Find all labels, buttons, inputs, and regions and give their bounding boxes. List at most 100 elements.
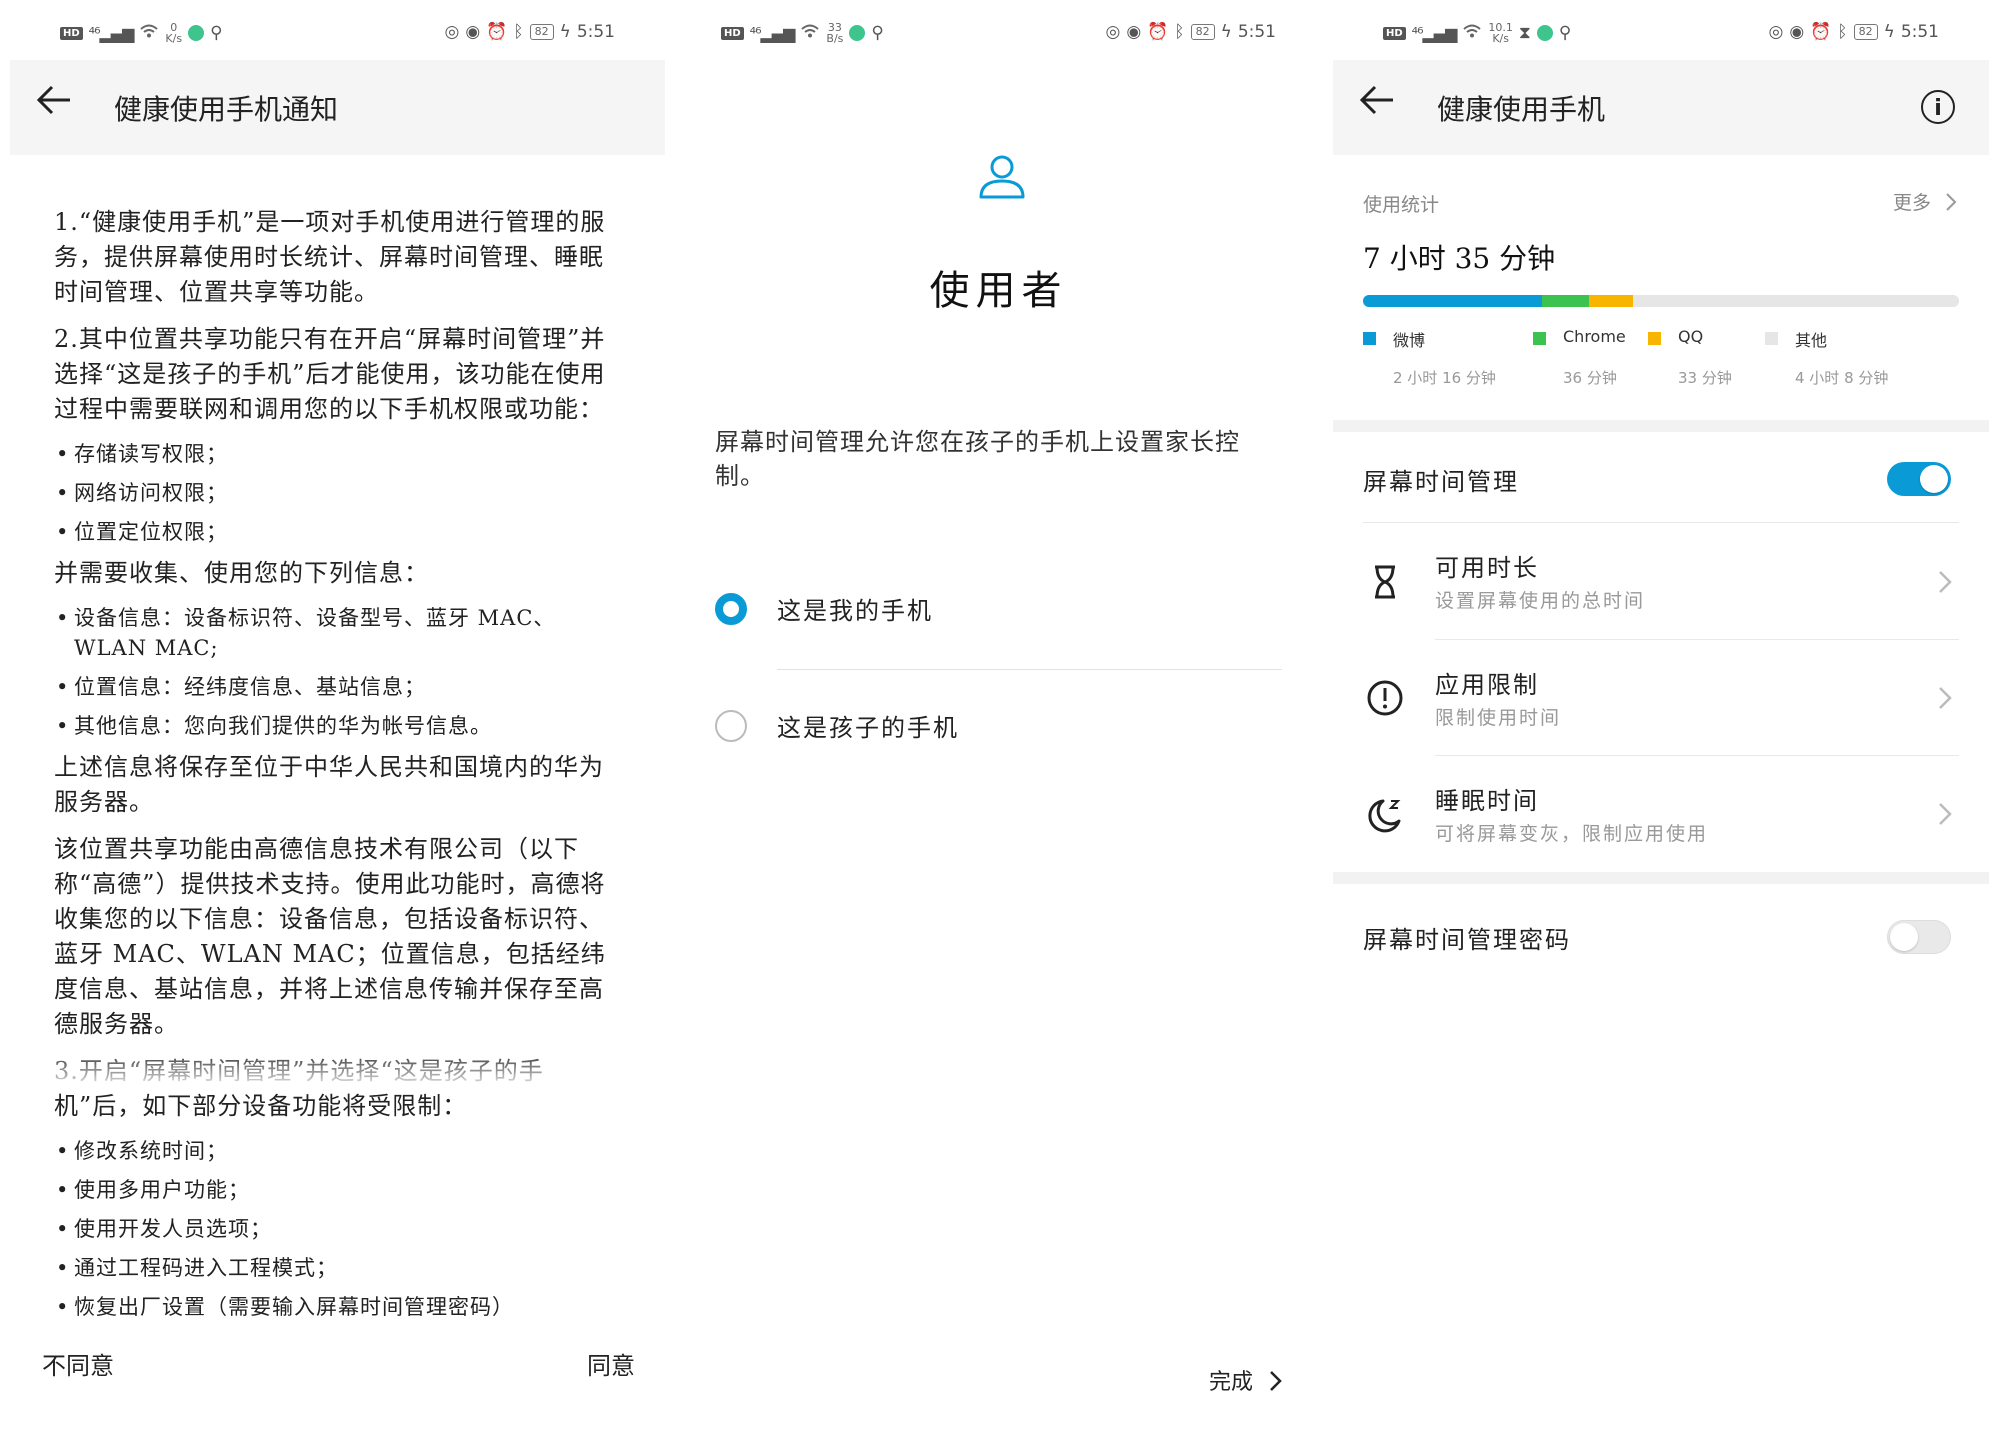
notice-bullet: 修改系统时间； [54,1136,625,1166]
back-arrow-icon[interactable] [1357,80,1401,124]
legend-app-time: 4 小时 8 分钟 [1795,369,1889,387]
wifi-icon [139,23,159,44]
option-label: 这是我的手机 [777,597,933,625]
notice-paragraph: 该位置共享功能由高德信息技术有限公司（以下称“高德”）提供技术支持。使用此功能时… [54,835,606,1038]
row-title: 应用限制 [1435,671,1539,699]
row-divider [1363,522,1959,523]
notice-screen: HD ⁴⁶▂▄▆ 0 K/s ⚲ ◎ ◉ ⏰ ᛒ 82 ϟ 5:51 健康使用手… [10,10,665,1436]
notice-body[interactable]: 1.“健康使用手机”是一项对手机使用进行管理的服务，提供屏幕使用时长统计、屏幕时… [54,205,625,1321]
option-my-phone[interactable]: 这是我的手机 [715,583,1286,643]
charging-icon: ϟ [559,22,571,42]
option-child-phone[interactable]: 这是孩子的手机 [715,700,1286,760]
network-speed: 0 K/s [165,22,182,44]
info-icon[interactable]: i [1921,90,1955,124]
user-type-screen: HD ⁴⁶▂▄▆ 33 B/s ⚲ ◎ ◉ ⏰ ᛒ 82 ϟ 5:51 使用者 … [671,10,1326,1436]
eye-icon: ◉ [465,22,481,42]
page-title: 健康使用手机 [1437,93,1606,126]
chevron-right-icon [1260,1370,1284,1395]
legend-app-time: 36 分钟 [1563,369,1617,387]
legend-app-time: 2 小时 16 分钟 [1393,369,1496,387]
section-divider [1333,872,1989,884]
back-arrow-icon[interactable] [34,80,78,124]
user-icon [976,150,1028,202]
agree-button[interactable]: 同意 [587,1346,635,1381]
hourglass-icon [1365,562,1405,602]
scroll-fade [10,1050,665,1090]
usage-segment [1363,295,1542,307]
alert-icon [1365,678,1405,718]
status-bar: HD ⁴⁶▂▄▆ 33 B/s ⚲ ◎ ◉ ⏰ ᛒ 82 ϟ 5:51 [671,10,1326,60]
clock: 5:51 [1237,22,1276,42]
notice-bullet: 网络访问权限； [54,478,625,508]
wifi-icon [1462,23,1482,44]
disagree-button[interactable]: 不同意 [42,1346,114,1381]
chevron-right-icon [1935,684,1955,712]
legend-app-name: 其他 [1795,331,1828,350]
hd-icon: HD [1383,26,1406,40]
alarm-icon: ⏰ [1147,22,1169,42]
row-subtitle: 可将屏幕变灰，限制应用使用 [1435,823,1709,845]
hourglass-status-icon: ⧗ [1518,23,1531,43]
charging-icon: ϟ [1883,22,1895,42]
notice-bullet: 设备信息：设备标识符、设备型号、蓝牙 MAC、WLAN MAC; [54,603,625,663]
notice-bullet: 使用开发人员选项； [54,1214,625,1244]
speed-unit: K/s [165,32,183,45]
signal-icon: ⁴⁶▂▄▆ [1411,23,1458,43]
screen-time-label: 屏幕时间管理 [1363,468,1519,496]
total-usage: 7 小时 35 分钟 [1363,242,1556,275]
usage-segment [1541,295,1590,307]
more-link[interactable]: 更多 [1893,188,1957,215]
bluetooth-icon: ᛒ [1174,22,1185,42]
legend-swatch [1648,332,1661,345]
notice-paragraph: 并需要收集、使用您的下列信息： [54,559,429,587]
battery-icon: 82 [529,24,554,40]
row-divider [1435,755,1959,756]
row-divider [1435,639,1959,640]
legend-swatch [1533,332,1546,345]
eye-icon: ◉ [1126,22,1142,42]
password-label: 屏幕时间管理密码 [1363,926,1571,954]
status-bar: HD ⁴⁶▂▄▆ 0 K/s ⚲ ◎ ◉ ⏰ ᛒ 82 ϟ 5:51 [10,10,665,60]
notice-bullet: 位置信息：经纬度信息、基站信息； [54,672,625,702]
description: 屏幕时间管理允许您在孩子的手机上设置家长控制。 [715,428,1240,490]
radio-selected[interactable] [715,593,747,625]
usage-stats-label: 使用统计 [1363,194,1440,216]
network-speed: 33 B/s [826,22,843,44]
row-title: 可用时长 [1435,554,1539,582]
hd-icon: HD [60,26,83,40]
clock: 5:51 [576,22,615,42]
legend-swatch [1363,332,1376,345]
speed-unit: B/s [826,32,844,45]
more-label: 更多 [1892,192,1931,214]
bluetooth-icon: ᛒ [1837,22,1848,42]
hd-icon: HD [721,26,744,40]
notice-paragraph: 2.其中位置共享功能只有在开启“屏幕时间管理”并选择“这是孩子的手机”后才能使用… [54,325,606,423]
notice-bullet: 位置定位权限； [54,517,625,547]
notice-bullet: 恢复出厂设置（需要输入屏幕时间管理密码） [54,1292,625,1321]
usb-icon: ⚲ [210,23,223,43]
row-subtitle: 设置屏幕使用的总时间 [1435,590,1646,612]
chevron-right-icon [1935,800,1955,828]
page-title: 健康使用手机通知 [114,93,339,126]
chevron-right-icon [1935,568,1955,596]
screen-time-toggle[interactable] [1887,462,1951,496]
usb-icon: ⚲ [871,23,884,43]
battery-icon: 82 [1190,24,1215,40]
alarm-icon: ⏰ [1810,22,1832,42]
title-bar: 健康使用手机 i [1333,60,1989,155]
radio-unselected[interactable] [715,710,747,742]
divider [777,669,1282,670]
app-notification-icon [849,25,866,41]
speed-unit: K/s [1492,32,1509,45]
title-bar: 健康使用手机通知 [10,60,665,155]
option-label: 这是孩子的手机 [777,714,959,742]
chevron-right-icon [1946,193,1957,211]
app-notification-icon [1536,25,1553,41]
usb-icon: ⚲ [1558,23,1572,43]
done-button[interactable]: 完成 [1209,1364,1284,1396]
signal-icon: ⁴⁶▂▄▆ [88,23,135,43]
legend-app-name: 微博 [1393,331,1426,350]
signal-icon: ⁴⁶▂▄▆ [749,23,796,43]
notice-bullet: 通过工程码进入工程模式； [54,1253,625,1283]
password-toggle[interactable] [1887,920,1951,954]
